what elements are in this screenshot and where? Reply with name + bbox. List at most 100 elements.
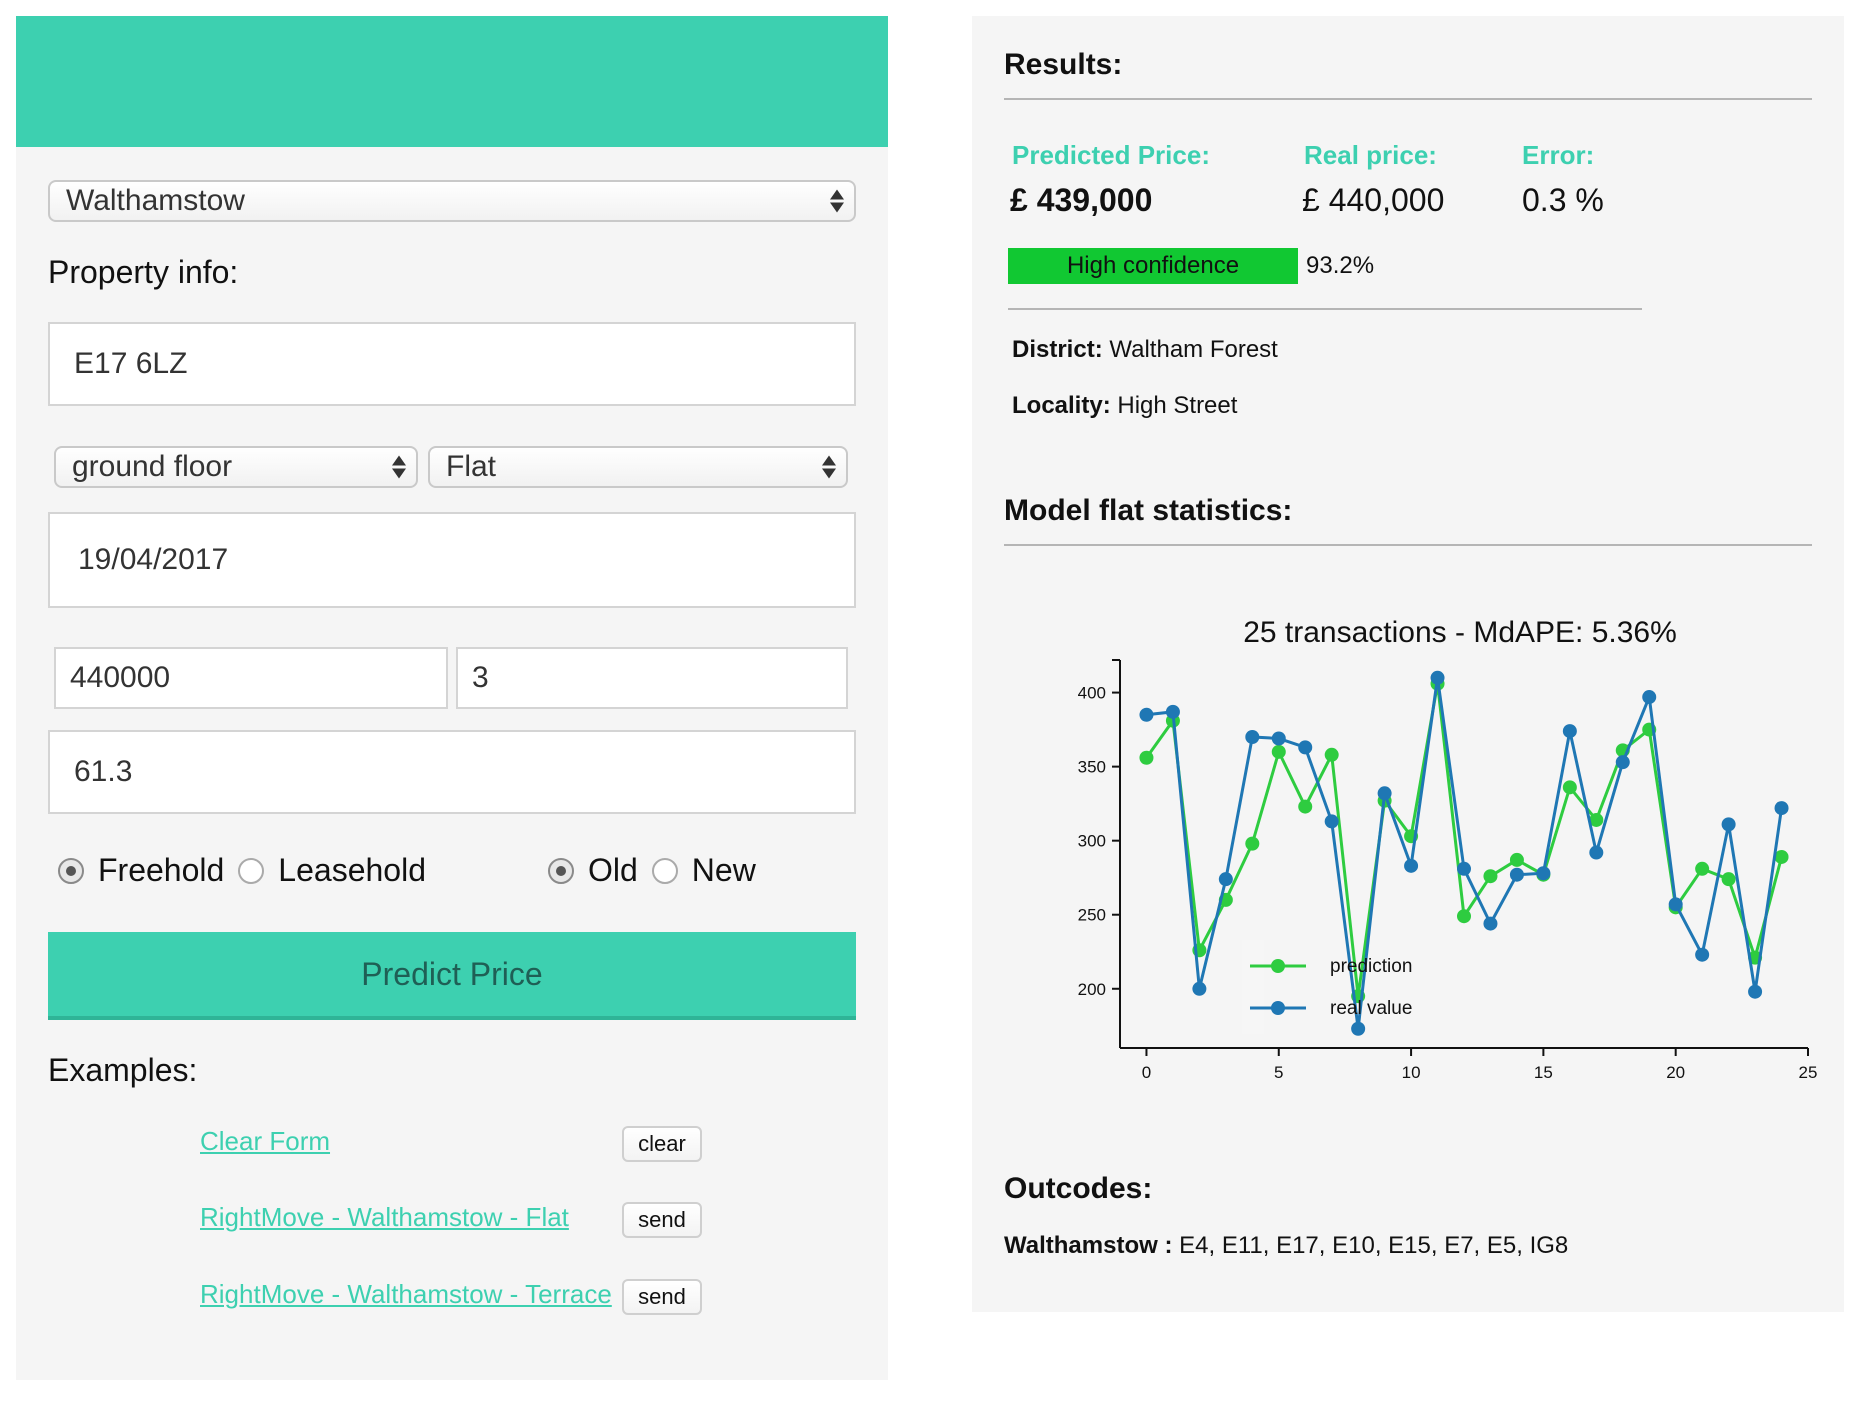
point-prediction bbox=[1245, 836, 1260, 851]
point-prediction bbox=[1324, 747, 1339, 762]
legend-label-prediction: prediction bbox=[1330, 956, 1412, 977]
point-real-value bbox=[1562, 724, 1577, 739]
examples-label: Examples: bbox=[48, 1052, 198, 1088]
point-real-value bbox=[1165, 704, 1180, 719]
outcodes-area-label: Walthamstow : bbox=[1004, 1232, 1173, 1259]
point-real-value bbox=[1324, 814, 1339, 829]
point-real-value bbox=[1298, 740, 1313, 755]
confidence-bar: High confidence bbox=[1008, 248, 1298, 284]
real-price-label: Real price: bbox=[1304, 140, 1437, 170]
floor-select[interactable]: ground floor bbox=[54, 446, 418, 488]
x-tick-label: 0 bbox=[1142, 1063, 1151, 1082]
y-tick-label: 200 bbox=[1078, 980, 1106, 999]
x-tick-label: 25 bbox=[1799, 1063, 1818, 1082]
postcode-field[interactable]: E17 6LZ bbox=[48, 322, 856, 406]
point-real-value bbox=[1457, 861, 1471, 876]
point-prediction bbox=[1509, 852, 1524, 867]
new-label: New bbox=[691, 852, 756, 888]
error-value: 0.3 % bbox=[1522, 182, 1604, 218]
confidence-divider bbox=[1008, 308, 1642, 310]
y-tick-label: 350 bbox=[1078, 758, 1106, 777]
property-type-select-value: Flat bbox=[446, 450, 497, 483]
tenure-radio-group: Freehold Leasehold bbox=[58, 852, 426, 889]
point-real-value bbox=[1615, 755, 1630, 770]
outcodes-title: Outcodes: bbox=[1004, 1172, 1153, 1205]
point-real-value bbox=[1695, 947, 1710, 962]
x-tick-label: 5 bbox=[1274, 1063, 1283, 1082]
select-arrows-icon bbox=[392, 455, 406, 479]
point-real-value bbox=[1430, 670, 1445, 685]
legend-marker-prediction bbox=[1271, 959, 1285, 973]
point-prediction bbox=[1457, 909, 1471, 924]
form-header-bar bbox=[16, 16, 888, 147]
predicted-price-value: £ 439,000 bbox=[1010, 182, 1153, 218]
freehold-label: Freehold bbox=[98, 852, 225, 888]
area-select[interactable]: Walthamstow bbox=[48, 180, 856, 222]
point-prediction bbox=[1483, 869, 1498, 884]
point-real-value bbox=[1404, 858, 1419, 873]
legend-label-real-value: real value bbox=[1330, 998, 1412, 1019]
point-prediction bbox=[1139, 750, 1154, 765]
district-value: Waltham Forest bbox=[1109, 336, 1278, 363]
leasehold-label: Leasehold bbox=[278, 852, 426, 888]
example-link-clear-form[interactable]: Clear Form bbox=[200, 1126, 330, 1157]
area-select-value: Walthamstow bbox=[66, 184, 245, 217]
point-real-value bbox=[1642, 690, 1657, 705]
point-prediction bbox=[1721, 872, 1736, 887]
freehold-radio[interactable] bbox=[58, 857, 84, 884]
district-label: District: bbox=[1012, 336, 1103, 363]
old-radio[interactable] bbox=[548, 857, 574, 884]
results-title: Results: bbox=[1004, 48, 1123, 81]
send-button-flat[interactable]: send bbox=[622, 1202, 702, 1238]
point-real-value bbox=[1218, 872, 1233, 887]
results-divider bbox=[1004, 98, 1812, 100]
clear-button[interactable]: clear bbox=[622, 1126, 702, 1162]
point-real-value bbox=[1748, 984, 1763, 999]
point-real-value bbox=[1139, 707, 1154, 722]
new-radio[interactable] bbox=[651, 857, 678, 884]
confidence-percent: 93.2% bbox=[1306, 252, 1375, 279]
rooms-field[interactable]: 3 bbox=[456, 647, 848, 709]
point-real-value bbox=[1377, 786, 1392, 801]
point-real-value bbox=[1483, 916, 1498, 931]
point-prediction bbox=[1695, 861, 1710, 876]
point-real-value bbox=[1351, 1021, 1366, 1036]
point-real-value bbox=[1668, 897, 1683, 912]
point-real-value bbox=[1192, 981, 1207, 996]
series-line-prediction bbox=[1145, 683, 1783, 997]
floor-select-value: ground floor bbox=[72, 450, 233, 483]
date-field[interactable]: 19/04/2017 bbox=[48, 512, 856, 608]
y-tick-label: 400 bbox=[1078, 684, 1106, 703]
model-stats-divider bbox=[1004, 544, 1812, 546]
select-arrows-icon bbox=[830, 189, 844, 213]
leasehold-radio[interactable] bbox=[238, 857, 265, 884]
outcodes-line: Walthamstow : E4, E11, E17, E10, E15, E7… bbox=[1004, 1232, 1568, 1260]
send-button-terrace[interactable]: send bbox=[622, 1279, 702, 1315]
point-prediction bbox=[1298, 799, 1313, 814]
y-tick-label: 250 bbox=[1078, 906, 1106, 925]
age-radio-group: Old New bbox=[548, 852, 756, 889]
point-real-value bbox=[1721, 817, 1736, 832]
district-line: District: Waltham Forest bbox=[1012, 336, 1278, 364]
point-real-value bbox=[1774, 801, 1789, 816]
point-real-value bbox=[1509, 867, 1524, 882]
example-link-walthamstow-flat[interactable]: RightMove - Walthamstow - Flat bbox=[200, 1202, 569, 1233]
real-price-value: £ 440,000 bbox=[1302, 182, 1445, 218]
point-prediction bbox=[1271, 744, 1286, 759]
size-field[interactable]: 61.3 bbox=[48, 730, 856, 814]
predicted-price-label: Predicted Price: bbox=[1012, 140, 1210, 170]
select-arrows-icon bbox=[822, 455, 836, 479]
legend-backdrop bbox=[1242, 940, 1264, 1034]
x-tick-label: 10 bbox=[1402, 1063, 1421, 1082]
error-label: Error: bbox=[1522, 140, 1595, 170]
point-real-value bbox=[1536, 866, 1551, 881]
example-link-walthamstow-terrace[interactable]: RightMove - Walthamstow - Terrace bbox=[200, 1279, 612, 1310]
price-field[interactable]: 440000 bbox=[54, 647, 448, 709]
outcodes-list: E4, E11, E17, E10, E15, E7, E5, IG8 bbox=[1179, 1232, 1569, 1259]
x-tick-label: 20 bbox=[1666, 1063, 1685, 1082]
x-tick-label: 15 bbox=[1534, 1063, 1553, 1082]
property-type-select[interactable]: Flat bbox=[428, 446, 848, 488]
locality-line: Locality: High Street bbox=[1012, 392, 1237, 420]
chart-title: 25 transactions - MdAPE: 5.36% bbox=[1243, 616, 1677, 649]
predict-price-button[interactable]: Predict Price bbox=[48, 932, 856, 1020]
